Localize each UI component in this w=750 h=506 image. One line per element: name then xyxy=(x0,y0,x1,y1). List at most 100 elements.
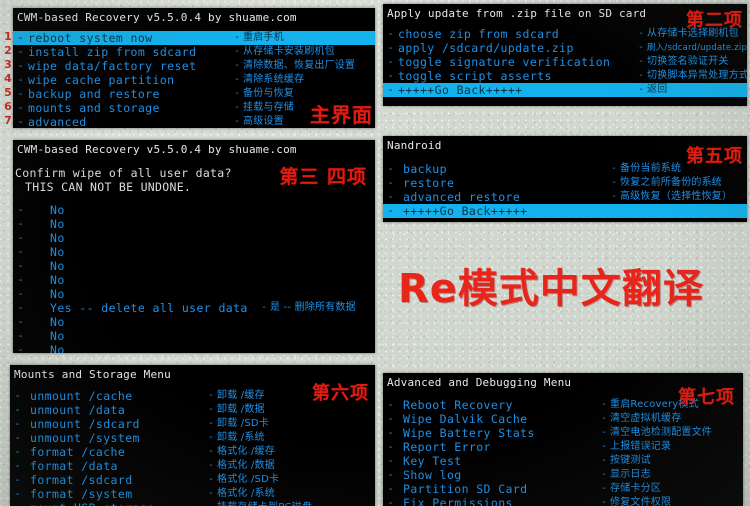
bullet-dash: - xyxy=(387,454,394,467)
menu-item-reboot-system-now[interactable]: - reboot system now - 重启手机 xyxy=(13,31,375,45)
menu-item-format-sdcard[interactable]: - format /sdcard - 格式化 /SD卡 xyxy=(10,473,375,487)
bullet-dash: - xyxy=(17,101,24,114)
bullet-dash: - xyxy=(207,488,215,499)
menu-item-format-system[interactable]: - format /system - 格式化 /系统 xyxy=(10,487,375,501)
menu-item-label-en: mounts and storage xyxy=(28,101,160,115)
confirm-option-yes-delete-all-user-data[interactable]: - Yes -- delete all user data - 是 -- 删除所… xyxy=(13,301,375,315)
menu-item-partition-sd-card[interactable]: - Partition SD Card - 存储卡分区 xyxy=(383,482,743,496)
bullet-dash: - xyxy=(637,56,645,67)
menu-item-unmount-data[interactable]: - unmount /data - 卸载 /数据 xyxy=(10,403,375,417)
menu-item-label-cn: 是 -- 删除所有数据 xyxy=(270,302,356,313)
bullet-dash: - xyxy=(17,301,24,314)
menu-item-label-en: +++++Go Back+++++ xyxy=(403,204,528,218)
bullet-dash: - xyxy=(387,27,394,40)
menu-item-toggle-script-asserts[interactable]: - toggle script asserts - 切换脚本异常处理方式 xyxy=(383,69,747,83)
confirm-option-no[interactable]: - No xyxy=(13,287,375,301)
bullet-dash: - xyxy=(17,87,24,100)
menu-item-toggle-signature-verification[interactable]: - toggle signature verification - 切换签名验证… xyxy=(383,55,747,69)
menu-item-label-cn: 格式化 /数据 xyxy=(217,460,275,471)
menu-item-wipe-battery-stats[interactable]: - Wipe Battery Stats - 清空电池检测配置文件 xyxy=(383,426,743,440)
menu-item-label-en: unmount /cache xyxy=(30,389,133,403)
menu-item-label-en: unmount /data xyxy=(30,403,126,417)
menu-item-key-test[interactable]: - Key Test - 按键测试 xyxy=(383,454,743,468)
menu-item-label-en: No xyxy=(50,329,65,343)
confirm-option-no[interactable]: - No xyxy=(13,343,375,353)
menu-item-unmount-system[interactable]: - unmount /system - 卸载 /系统 xyxy=(10,431,375,445)
menu-item-label-en: unmount /system xyxy=(30,431,140,445)
menu-item-go-back[interactable]: - +++++Go Back+++++ xyxy=(383,204,747,218)
menu-item-label-cn: 格式化 /系统 xyxy=(217,488,275,499)
nandroid-list: - backup - 备份当前系统 - restore - 恢复之前所备份的系统… xyxy=(383,162,747,218)
bullet-dash: - xyxy=(207,390,215,401)
menu-item-label-en: Wipe Dalvik Cache xyxy=(403,412,528,426)
menu-item-apply-sdcard-update-zip[interactable]: - apply /sdcard/update.zip - 刷入/sdcard/u… xyxy=(383,41,747,55)
menu-item-report-error[interactable]: - Report Error - 上报错误记录 xyxy=(383,440,743,454)
bullet-dash: - xyxy=(610,191,618,202)
menu-item-label-cn: 卸载 /数据 xyxy=(217,404,265,415)
bullet-dash: - xyxy=(14,445,21,458)
menu-item-wipe-cache-partition[interactable]: - wipe cache partition - 清除系统缓存 xyxy=(13,73,375,87)
bullet-dash: - xyxy=(233,88,241,99)
bullet-dash: - xyxy=(233,74,241,85)
confirm-option-no[interactable]: - No xyxy=(13,273,375,287)
bullet-dash: - xyxy=(637,42,645,53)
confirm-option-no[interactable]: - No xyxy=(13,245,375,259)
menu-item-fix-permissions[interactable]: - Fix Permissions - 修复文件权限 xyxy=(383,496,743,506)
menu-item-label-en: format /cache xyxy=(30,445,126,459)
menu-item-wipe-dalvik-cache[interactable]: - Wipe Dalvik Cache - 清空虚拟机缓存 xyxy=(383,412,743,426)
menu-item-label-cn: 切换签名验证开关 xyxy=(647,56,729,67)
bullet-dash: - xyxy=(260,302,268,313)
panel-advanced-debugging: Advanced and Debugging Menu - Reboot Rec… xyxy=(383,373,743,506)
menu-item-mount-usb-storage[interactable]: - mount USB storage - 挂载存储卡到PC磁盘 xyxy=(10,501,375,506)
menu-item-label-cn: 高级设置 xyxy=(243,116,284,127)
bullet-dash: - xyxy=(387,204,394,217)
menu-item-format-data[interactable]: - format /data - 格式化 /数据 xyxy=(10,459,375,473)
menu-item-advanced-restore[interactable]: - advanced restore - 高级恢复（选择性恢复） xyxy=(383,190,747,204)
menu-item-show-log[interactable]: - Show log - 显示日志 xyxy=(383,468,743,482)
bullet-dash: - xyxy=(17,343,24,353)
menu-item-label-cn: 备份当前系统 xyxy=(620,163,682,174)
menu-item-unmount-sdcard[interactable]: - unmount /sdcard - 卸载 /SD卡 xyxy=(10,417,375,431)
menu-item-label-cn: 卸载 /缓存 xyxy=(217,390,265,401)
bullet-dash: - xyxy=(637,70,645,81)
menu-item-restore[interactable]: - restore - 恢复之前所备份的系统 xyxy=(383,176,747,190)
confirm-option-no[interactable]: - No xyxy=(13,259,375,273)
confirm-option-no[interactable]: - No xyxy=(13,329,375,343)
confirm-option-no[interactable]: - No xyxy=(13,231,375,245)
menu-item-label-en: apply /sdcard/update.zip xyxy=(398,41,574,55)
menu-item-wipe-data-factory-reset[interactable]: - wipe data/factory reset - 清除数据、恢复出厂设置 xyxy=(13,59,375,73)
menu-item-label-cn: 恢复之前所备份的系统 xyxy=(620,177,722,188)
menu-item-label-cn: 切换脚本异常处理方式 xyxy=(647,70,747,81)
bullet-dash: - xyxy=(387,398,394,411)
menu-item-format-cache[interactable]: - format /cache - 格式化 /缓存 xyxy=(10,445,375,459)
menu-item-label-en: No xyxy=(50,287,65,301)
menu-item-label-en: No xyxy=(50,315,65,329)
confirm-option-no[interactable]: - No xyxy=(13,203,375,217)
bullet-dash: - xyxy=(17,245,24,258)
menu-item-label-en: unmount /sdcard xyxy=(30,417,140,431)
menu-item-label-en: format /sdcard xyxy=(30,473,133,487)
bullet-dash: - xyxy=(600,399,608,410)
bullet-dash: - xyxy=(17,315,24,328)
confirm-option-no[interactable]: - No xyxy=(13,315,375,329)
menu-item-label-cn: 挂载与存储 xyxy=(243,102,294,113)
menu-item-install-zip-from-sdcard[interactable]: - install zip from sdcard - 从存储卡安装刷机包 xyxy=(13,45,375,59)
bullet-dash: - xyxy=(205,501,217,506)
confirm-option-no[interactable]: - No xyxy=(13,217,375,231)
poster-title: Re模式中文翻译 xyxy=(398,266,704,312)
menu-item-go-back[interactable]: - +++++Go Back+++++ - 返回 xyxy=(383,83,747,97)
menu-item-label-cn: 清除系统缓存 xyxy=(243,74,305,85)
menu-item-label-en: wipe cache partition xyxy=(28,73,175,87)
menu-item-label-cn: 重启手机 xyxy=(243,32,284,43)
menu-item-label-en: No xyxy=(50,203,65,217)
menu-item-label-cn: 按键测试 xyxy=(610,455,651,466)
bullet-dash: - xyxy=(207,474,215,485)
bullet-dash: - xyxy=(14,417,21,430)
menu-item-label-en: format /data xyxy=(30,459,118,473)
apply-update-list: - choose zip from sdcard - 从存储卡选择刷机包 - a… xyxy=(383,27,747,97)
menu-item-label-cn: 卸载 /SD卡 xyxy=(217,418,269,429)
menu-item-label-en: reboot system now xyxy=(28,31,153,45)
bullet-dash: - xyxy=(387,69,394,82)
advanced-debugging-list: - Reboot Recovery - 重启Recovery模式 - Wipe … xyxy=(383,398,743,506)
bullet-dash: - xyxy=(637,84,645,95)
